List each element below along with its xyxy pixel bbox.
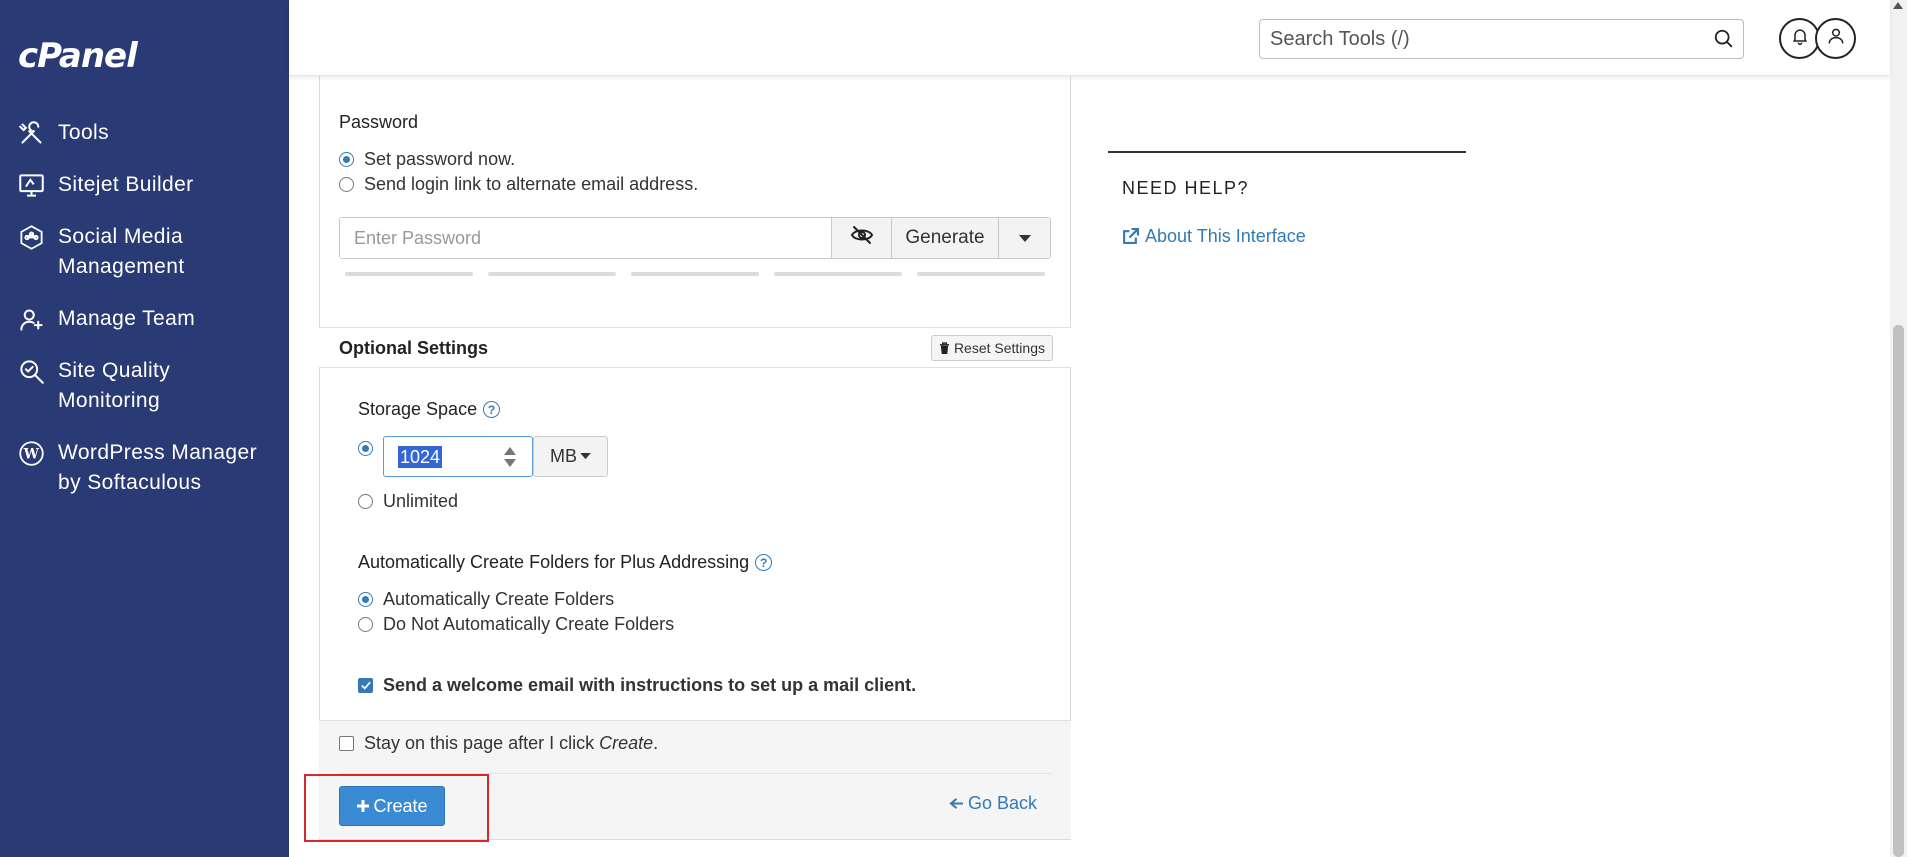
tools-icon [18,118,50,148]
welcome-email-label: Send a welcome email with instructions t… [383,675,917,695]
storage-unit-dropdown[interactable]: MB [533,436,608,477]
reset-settings-label: Reset Settings [953,340,1045,356]
plus-addressing-heading: Automatically Create Folders for Plus Ad… [358,552,773,573]
monitor-icon [18,170,50,200]
password-input-group: Generate [339,217,1051,259]
eye-slash-icon [848,223,876,253]
sidebar-item-label: WordPress Manager by Softaculous [58,441,257,494]
scroll-up-icon[interactable] [1893,2,1903,9]
radio-storage-limited[interactable] [358,441,373,456]
radio-label: Automatically Create Folders [383,589,615,609]
toggle-visibility-button[interactable] [832,218,892,258]
about-interface-link[interactable]: About This Interface [1122,226,1306,247]
sidebar-item-tools[interactable]: Tools [18,118,278,148]
password-input[interactable] [340,218,832,258]
wordpress-icon: W [18,438,50,468]
sidebar-item-label: Site Quality Monitoring [58,359,171,412]
svg-text:W: W [23,446,40,462]
stay-on-page-period: . [653,733,659,753]
sidebar-item-team[interactable]: Manage Team [18,304,278,334]
help-icon[interactable]: ? [755,554,773,571]
top-bar [289,0,1890,76]
storage-quantity-input[interactable]: 1024 [383,436,533,477]
radio-button[interactable] [358,592,373,607]
stay-on-page-checkbox[interactable] [339,736,354,751]
strength-meter-segment [774,272,902,276]
storage-unit-label: MB [550,446,577,466]
strength-meter-segment [631,272,759,276]
radio-label: Unlimited [383,491,459,511]
trash-icon [939,341,950,355]
sidebar-item-social[interactable]: Social Media Management [18,222,278,282]
welcome-email-checkbox-row[interactable]: Send a welcome email with instructions t… [358,675,916,696]
radio-send-login-link[interactable]: Send login link to alternate email addre… [339,172,698,197]
generate-options-button[interactable] [999,218,1050,258]
bell-icon [1790,26,1810,51]
go-back-label: Go Back [967,793,1037,813]
scrollbar-thumb[interactable] [1893,325,1904,857]
radio-auto-create-folders[interactable]: Automatically Create Folders [358,587,614,612]
page-scrollbar[interactable] [1890,0,1907,857]
user-icon [1826,26,1846,51]
spinner-icon[interactable] [504,445,516,474]
search-icon[interactable] [1713,28,1735,50]
notifications-button[interactable] [1779,18,1820,59]
cpanel-logo[interactable]: cPanel [18,36,138,76]
strength-meter-segment [917,272,1045,276]
radio-button[interactable] [358,617,373,632]
search-box [1259,19,1744,59]
radio-button[interactable] [358,494,373,509]
sidebar-item-wordpress[interactable]: W WordPress Manager by Softaculous [18,438,278,498]
storage-space-label: Storage Space [358,399,478,419]
social-icon [18,222,50,252]
need-help-title: NEED HELP? [1122,178,1250,198]
sidebar-item-label: Social Media Management [58,225,185,278]
caret-down-icon [580,453,591,460]
stay-on-page-label: Stay on this page after I click [364,733,595,753]
quality-icon [18,356,50,386]
sidebar-item-sitejet[interactable]: Sitejet Builder [18,170,278,200]
stay-on-page-emphasis: Create [599,733,654,753]
arrow-left-icon [949,797,964,810]
help-divider [1108,151,1466,153]
sidebar-item-label: Manage Team [58,307,196,330]
radio-label: Set password now. [364,149,516,169]
radio-button[interactable] [339,152,354,167]
plus-addressing-label: Automatically Create Folders for Plus Ad… [358,552,750,572]
search-input[interactable] [1260,20,1700,58]
welcome-email-checkbox[interactable] [358,678,373,693]
radio-no-auto-folders[interactable]: Do Not Automatically Create Folders [358,612,674,637]
password-label: Password [339,112,419,132]
sidebar-nav: Tools Sitejet Builder Social Media Manag… [18,118,278,520]
radio-button[interactable] [339,177,354,192]
optional-settings-header: Optional Settings Reset Settings [319,327,1071,368]
highlight-box [304,774,489,842]
external-link-icon [1122,228,1139,245]
radio-set-password-now[interactable]: Set password now. [339,147,515,172]
team-icon [18,304,50,334]
strength-meter-segment [488,272,616,276]
storage-space-heading: Storage Space ? [358,399,501,420]
user-menu-button[interactable] [1815,18,1856,59]
go-back-link[interactable]: Go Back [949,793,1037,814]
generate-button[interactable]: Generate [892,218,999,258]
caret-down-icon [1018,227,1031,249]
radio-storage-unlimited[interactable]: Unlimited [358,489,458,514]
stay-on-page-row[interactable]: Stay on this page after I click Create. [339,733,658,754]
reset-settings-button[interactable]: Reset Settings [930,335,1053,361]
sidebar: cPanel Tools Sitejet Builder Social Medi… [0,0,289,857]
optional-settings-title: Optional Settings [339,338,489,358]
sidebar-item-label: Tools [58,121,110,144]
storage-value: 1024 [398,446,443,468]
help-icon[interactable]: ? [483,401,501,418]
radio-label: Do Not Automatically Create Folders [383,614,675,634]
sidebar-item-quality[interactable]: Site Quality Monitoring [18,356,278,416]
sidebar-item-label: Sitejet Builder [58,173,194,196]
radio-label: Send login link to alternate email addre… [364,174,699,194]
about-interface-label: About This Interface [1145,226,1306,246]
strength-meter-segment [345,272,473,276]
